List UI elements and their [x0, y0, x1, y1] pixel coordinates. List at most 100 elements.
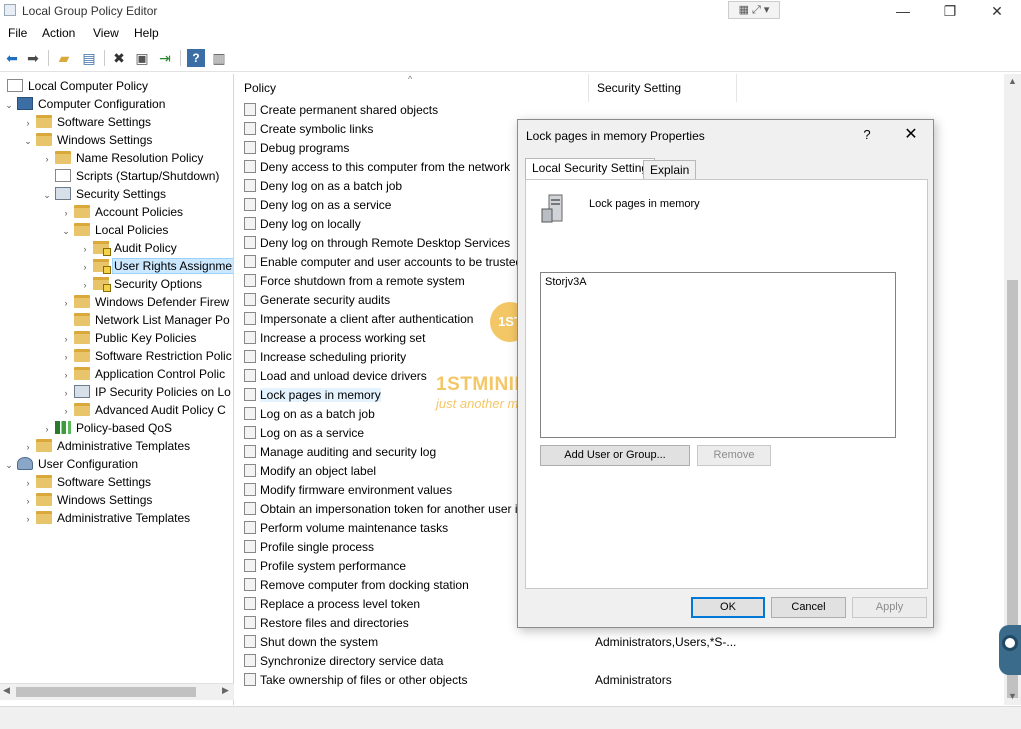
- list-item[interactable]: Debug programs: [244, 139, 349, 158]
- tree-node-qos[interactable]: › Policy-based QoS: [42, 419, 174, 437]
- list-item[interactable]: Shut down the system: [244, 633, 378, 652]
- tree-node-audit-policy[interactable]: › Audit Policy: [80, 239, 179, 257]
- cancel-button[interactable]: Cancel: [771, 597, 846, 618]
- expand-chevron-icon[interactable]: ›: [80, 240, 90, 258]
- tree-node-public-key[interactable]: › Public Key Policies: [61, 329, 198, 347]
- collapse-chevron-icon[interactable]: ⌄: [4, 456, 14, 474]
- tree-node-windows-settings[interactable]: ⌄ Windows Settings: [23, 131, 154, 149]
- scroll-right-icon[interactable]: ▶: [222, 685, 229, 696]
- list-item[interactable]: Log on as a service: [244, 424, 364, 443]
- list-item[interactable]: Profile system performance: [244, 557, 406, 576]
- scroll-left-icon[interactable]: ◀: [3, 685, 10, 696]
- expand-chevron-icon[interactable]: ›: [23, 438, 33, 456]
- tree-node-computer-config[interactable]: ⌄ Computer Configuration: [4, 95, 167, 113]
- minimize-button[interactable]: —: [880, 0, 926, 23]
- list-item[interactable]: Modify an object label: [244, 462, 376, 481]
- tree-node-user-rights[interactable]: › User Rights Assignme: [80, 257, 233, 276]
- tree-node-user-windows-settings[interactable]: › Windows Settings: [23, 491, 154, 509]
- add-user-or-group-button[interactable]: Add User or Group...: [540, 445, 690, 466]
- expand-chevron-icon[interactable]: ›: [61, 330, 71, 348]
- tree-node-defender-firewall[interactable]: › Windows Defender Firew: [61, 293, 231, 311]
- list-item[interactable]: Take ownership of files or other objects: [244, 671, 467, 690]
- list-item[interactable]: Replace a process level token: [244, 595, 420, 614]
- list-item[interactable]: Enable computer and user accounts to be …: [244, 253, 522, 272]
- show-hide-tree-icon[interactable]: ▤: [80, 49, 98, 67]
- tree-node-user-admin-templates[interactable]: › Administrative Templates: [23, 509, 192, 527]
- tree-node-ip-security[interactable]: › IP Security Policies on Lo: [61, 383, 233, 401]
- collapse-chevron-icon[interactable]: ⌄: [61, 222, 71, 240]
- expand-chevron-icon[interactable]: ›: [42, 150, 52, 168]
- expand-chevron-icon[interactable]: ›: [61, 384, 71, 402]
- tree-node-name-resolution[interactable]: › Name Resolution Policy: [42, 149, 205, 167]
- column-header-policy[interactable]: Policy ^: [236, 74, 589, 102]
- expand-chevron-icon[interactable]: ›: [80, 276, 90, 294]
- menu-action[interactable]: Action: [42, 26, 75, 40]
- tree-node-scripts[interactable]: Scripts (Startup/Shutdown): [42, 167, 221, 185]
- list-item[interactable]: Manage auditing and security log: [244, 443, 436, 462]
- tab-explain[interactable]: Explain: [643, 160, 697, 179]
- tree-node-network-list[interactable]: Network List Manager Po: [61, 311, 232, 329]
- expand-chevron-icon[interactable]: ›: [23, 114, 33, 132]
- list-item[interactable]: Generate security audits: [244, 291, 390, 310]
- tree-node-security-settings[interactable]: ⌄ Security Settings: [42, 185, 168, 203]
- tree-node-local-policies[interactable]: ⌄ Local Policies: [61, 221, 170, 239]
- remote-support-widget[interactable]: [999, 625, 1021, 675]
- list-item[interactable]: Deny log on as a batch job: [244, 177, 402, 196]
- scroll-down-icon[interactable]: ▼: [1008, 691, 1017, 701]
- expand-chevron-icon[interactable]: ›: [61, 204, 71, 222]
- expand-chevron-icon[interactable]: ›: [23, 492, 33, 510]
- expand-chevron-icon[interactable]: ›: [42, 420, 52, 438]
- expand-chevron-icon[interactable]: ›: [23, 510, 33, 528]
- expand-chevron-icon[interactable]: ›: [61, 402, 71, 420]
- collapse-chevron-icon[interactable]: ⌄: [23, 132, 33, 150]
- tree-node-software-restriction[interactable]: › Software Restriction Polic: [61, 347, 233, 366]
- expand-chevron-icon[interactable]: ›: [61, 348, 71, 366]
- tree-node-advanced-audit[interactable]: › Advanced Audit Policy C: [61, 401, 228, 419]
- list-item[interactable]: Create permanent shared objects: [244, 101, 438, 120]
- menu-file[interactable]: File: [8, 26, 27, 40]
- list-item[interactable]: Create symbolic links: [244, 120, 373, 139]
- list-item[interactable]: Profile single process: [244, 538, 374, 557]
- list-item[interactable]: Modify firmware environment values: [244, 481, 452, 500]
- tree-node-root[interactable]: Local Computer Policy: [4, 77, 150, 95]
- list-item[interactable]: Log on as a batch job: [244, 405, 375, 424]
- properties-icon[interactable]: ▣: [133, 49, 151, 67]
- list-item[interactable]: Impersonate a client after authenticatio…: [244, 310, 473, 329]
- tree-node-user-software-settings[interactable]: › Software Settings: [23, 473, 153, 491]
- list-item[interactable]: Deny log on through Remote Desktop Servi…: [244, 234, 510, 253]
- forward-arrow-icon[interactable]: ➡: [24, 49, 42, 67]
- tree-node-account-policies[interactable]: › Account Policies: [61, 203, 185, 221]
- tree-node-admin-templates[interactable]: › Administrative Templates: [23, 437, 192, 455]
- scrollbar-thumb[interactable]: [16, 687, 196, 697]
- expand-chevron-icon[interactable]: ›: [61, 366, 71, 384]
- snap-layout-icon[interactable]: ▦ ⤢ ▾: [728, 1, 780, 19]
- menu-view[interactable]: View: [93, 26, 119, 40]
- list-item[interactable]: Remove computer from docking station: [244, 576, 469, 595]
- list-item[interactable]: Load and unload device drivers: [244, 367, 427, 386]
- help-icon[interactable]: ?: [187, 49, 205, 67]
- tree-horizontal-scrollbar[interactable]: ◀ ▶: [0, 683, 234, 700]
- expand-chevron-icon[interactable]: ›: [80, 258, 90, 276]
- menu-help[interactable]: Help: [134, 26, 159, 40]
- back-arrow-icon[interactable]: ⬅: [3, 49, 21, 67]
- up-folder-icon[interactable]: ▰: [55, 49, 73, 67]
- delete-icon[interactable]: ✖: [110, 49, 128, 67]
- dialog-help-button[interactable]: ?: [858, 127, 876, 142]
- restore-button[interactable]: ❐: [927, 0, 973, 23]
- list-item[interactable]: Perform volume maintenance tasks: [244, 519, 448, 538]
- list-item[interactable]: Synchronize directory service data: [244, 652, 443, 671]
- tree-node-user-config[interactable]: ⌄ User Configuration: [4, 455, 140, 473]
- apply-button[interactable]: Apply: [852, 597, 927, 618]
- dialog-close-button[interactable]: ✕: [901, 124, 921, 144]
- tree-node-software-settings[interactable]: › Software Settings: [23, 113, 153, 131]
- list-item[interactable]: Force shutdown from a remote system: [244, 272, 465, 291]
- collapse-chevron-icon[interactable]: ⌄: [42, 186, 52, 204]
- tree-node-app-control[interactable]: › Application Control Polic: [61, 365, 227, 383]
- list-item[interactable]: Restore files and directories: [244, 614, 409, 633]
- list-item[interactable]: Lock pages in memory: [244, 386, 381, 405]
- expand-chevron-icon[interactable]: ›: [61, 294, 71, 312]
- list-item[interactable]: Increase scheduling priority: [244, 348, 406, 367]
- show-hide-action-pane-icon[interactable]: ▥: [210, 49, 228, 67]
- list-item[interactable]: Deny log on locally: [244, 215, 361, 234]
- list-vertical-scrollbar[interactable]: ▲ ▼: [1004, 74, 1021, 705]
